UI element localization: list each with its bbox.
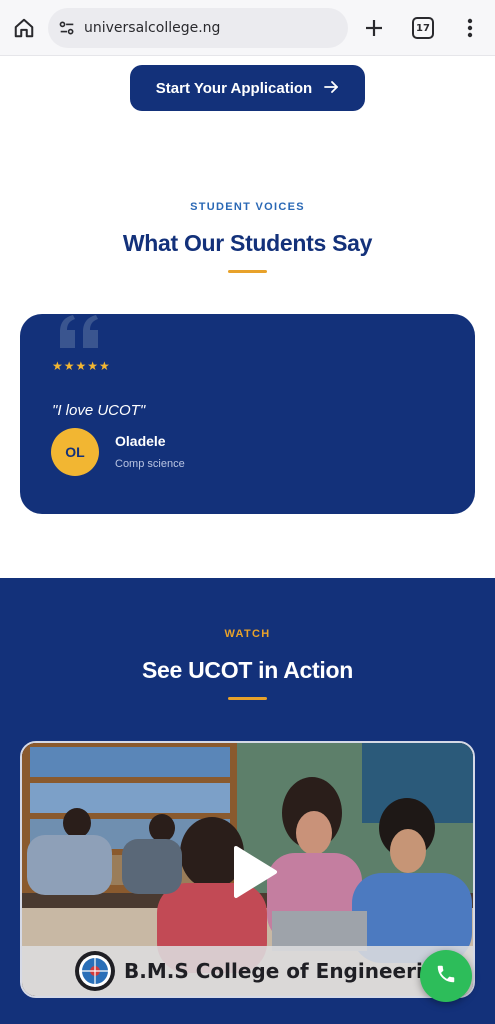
quote-icon [56, 314, 104, 355]
start-application-button[interactable]: Start Your Application [130, 65, 365, 111]
video-caption: B.M.S College of Engineering [124, 959, 452, 983]
heading-underline [228, 697, 267, 700]
avatar-initials: OL [65, 444, 85, 460]
video-caption-band: B.M.S College of Engineering [22, 946, 473, 996]
watch-eyebrow: WATCH [224, 628, 271, 640]
site-settings-icon[interactable] [56, 17, 78, 39]
testimonial-card: ★★★★★ "I love UCOT" OL Oladele Comp scie… [20, 314, 475, 514]
kebab-menu-icon[interactable] [458, 14, 482, 42]
home-icon[interactable] [10, 14, 38, 42]
star-rating: ★★★★★ [52, 359, 111, 373]
watch-section: WATCH See UCOT in Action B.M.S College o… [0, 578, 495, 1024]
student-department: Comp science [115, 458, 185, 470]
phone-icon [435, 963, 457, 990]
tab-switcher-icon[interactable]: 17 [412, 17, 434, 39]
heading-underline [228, 270, 267, 273]
arrow-right-icon [324, 80, 339, 97]
call-button[interactable] [420, 950, 472, 1002]
testimonial-quote: "I love UCOT" [52, 402, 146, 419]
watch-heading: See UCOT in Action [142, 657, 353, 683]
start-application-label: Start Your Application [155, 79, 313, 97]
student-voices-heading: What Our Students Say [122, 230, 373, 256]
video-player[interactable]: B.M.S College of Engineering [20, 741, 475, 998]
student-name: Oladele [115, 433, 166, 449]
college-logo [74, 950, 116, 992]
student-voices-eyebrow: STUDENT VOICES [190, 201, 305, 213]
address-bar[interactable]: universalcollege.ng [48, 8, 348, 48]
play-icon[interactable] [232, 845, 278, 904]
url-text: universalcollege.ng [84, 20, 221, 36]
plus-icon[interactable] [360, 14, 388, 42]
tab-count: 17 [416, 22, 430, 34]
browser-toolbar: universalcollege.ng 17 [0, 0, 495, 56]
avatar: OL [51, 428, 99, 476]
